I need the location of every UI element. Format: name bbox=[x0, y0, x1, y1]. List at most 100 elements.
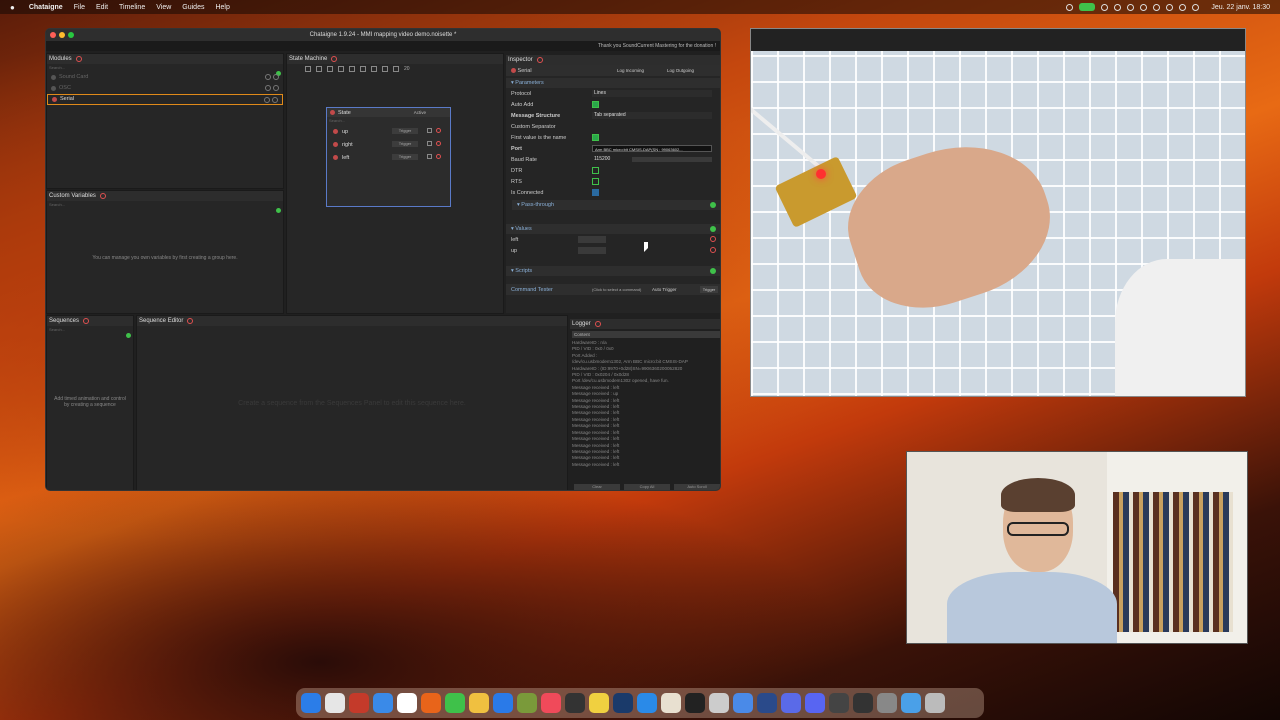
trigger-delete-icon[interactable] bbox=[436, 128, 441, 133]
trigger-row[interactable]: right Trigger bbox=[327, 138, 450, 151]
module-item[interactable]: OSC bbox=[47, 83, 283, 94]
log-incoming-label[interactable]: Log Incoming bbox=[617, 68, 644, 73]
trigger-enable-checkbox[interactable] bbox=[427, 128, 432, 133]
passthrough-section[interactable]: ▾ Pass-through bbox=[512, 200, 720, 210]
align-icon[interactable] bbox=[360, 66, 366, 72]
module-item-selected[interactable]: Serial bbox=[47, 94, 283, 105]
app-icon[interactable] bbox=[685, 693, 705, 713]
trigger-delete-icon[interactable] bbox=[436, 141, 441, 146]
control-center-icon[interactable] bbox=[1192, 3, 1200, 11]
music-icon[interactable] bbox=[541, 693, 561, 713]
grid-size-value[interactable]: 20 bbox=[404, 66, 410, 72]
port-select[interactable]: Arm BBC micro:bit CMSIS-DAP(SN : 9906360… bbox=[592, 145, 712, 152]
trigger-row[interactable]: up Trigger bbox=[327, 125, 450, 138]
app-icon[interactable] bbox=[853, 693, 873, 713]
app-icon[interactable] bbox=[565, 693, 585, 713]
align-icon[interactable] bbox=[316, 66, 322, 72]
align-icon[interactable] bbox=[382, 66, 388, 72]
search-icon[interactable] bbox=[1179, 3, 1187, 11]
menu-view[interactable]: View bbox=[156, 4, 171, 11]
apple-icon[interactable]: ● bbox=[10, 3, 15, 12]
settings-icon[interactable] bbox=[709, 693, 729, 713]
record-icon[interactable] bbox=[1066, 3, 1074, 11]
protocol-select[interactable]: Lines bbox=[592, 90, 712, 97]
auto-scroll-button[interactable]: Auto Scroll bbox=[674, 484, 720, 490]
app-icon[interactable] bbox=[493, 693, 513, 713]
first-value-name-checkbox[interactable] bbox=[592, 134, 599, 141]
chrome-icon[interactable] bbox=[733, 693, 753, 713]
sequences-search[interactable]: Search... bbox=[47, 326, 133, 334]
app-icon[interactable] bbox=[877, 693, 897, 713]
app-icon[interactable] bbox=[829, 693, 849, 713]
app-icon[interactable] bbox=[637, 693, 657, 713]
command-trigger-button[interactable]: Trigger bbox=[700, 286, 718, 293]
scripts-section[interactable]: ▾ Scripts bbox=[506, 266, 720, 276]
close-panel-icon[interactable] bbox=[594, 321, 601, 327]
close-panel-icon[interactable] bbox=[536, 57, 543, 63]
remove-value-icon[interactable] bbox=[710, 247, 716, 253]
notes-icon[interactable] bbox=[589, 693, 609, 713]
trash-icon[interactable] bbox=[925, 693, 945, 713]
align-icon[interactable] bbox=[327, 66, 333, 72]
add-icon[interactable] bbox=[710, 268, 716, 274]
trigger-enable-checkbox[interactable] bbox=[427, 154, 432, 159]
launchpad-icon[interactable] bbox=[325, 693, 345, 713]
value-field[interactable] bbox=[578, 236, 606, 243]
values-section[interactable]: ▾ Values bbox=[506, 224, 720, 234]
menu-help[interactable]: Help bbox=[215, 4, 229, 11]
steam-icon[interactable] bbox=[613, 693, 633, 713]
menu-app-name[interactable]: Chataigne bbox=[29, 4, 63, 11]
firefox-icon[interactable] bbox=[421, 693, 441, 713]
align-icon[interactable] bbox=[338, 66, 344, 72]
value-field[interactable] bbox=[578, 247, 606, 254]
module-enable-icon[interactable] bbox=[264, 97, 270, 103]
status-icon[interactable] bbox=[1140, 3, 1148, 11]
auto-trigger-label[interactable]: Auto Trigger bbox=[652, 287, 677, 292]
status-icon[interactable] bbox=[1127, 3, 1135, 11]
mail-icon[interactable] bbox=[373, 693, 393, 713]
folder-icon[interactable] bbox=[901, 693, 921, 713]
align-icon[interactable] bbox=[305, 66, 311, 72]
dtr-checkbox[interactable] bbox=[592, 167, 599, 174]
message-structure-select[interactable]: Tab separated bbox=[592, 112, 712, 119]
logger-column-header[interactable]: Content bbox=[572, 331, 720, 338]
module-delete-icon[interactable] bbox=[273, 85, 279, 91]
module-enable-icon[interactable] bbox=[265, 74, 271, 80]
close-panel-icon[interactable] bbox=[331, 56, 338, 62]
menu-timeline[interactable]: Timeline bbox=[119, 4, 145, 11]
app-icon[interactable] bbox=[661, 693, 681, 713]
command-select[interactable]: (Click to select a command) bbox=[592, 287, 641, 292]
close-panel-icon[interactable] bbox=[99, 193, 106, 199]
align-icon[interactable] bbox=[371, 66, 377, 72]
trigger-row[interactable]: left Trigger bbox=[327, 151, 450, 164]
trigger-enable-checkbox[interactable] bbox=[427, 141, 432, 146]
auto-add-checkbox[interactable] bbox=[592, 101, 599, 108]
modules-search[interactable]: Search... bbox=[47, 64, 283, 72]
add-group-icon[interactable] bbox=[276, 208, 281, 213]
app-icon[interactable] bbox=[349, 693, 369, 713]
status-icon[interactable] bbox=[1101, 3, 1109, 11]
app-icon[interactable] bbox=[517, 693, 537, 713]
remove-value-icon[interactable] bbox=[710, 236, 716, 242]
copy-all-button[interactable]: Copy All bbox=[624, 484, 670, 490]
trigger-button[interactable]: Trigger bbox=[392, 141, 418, 147]
parameters-section[interactable]: ▾ Parameters bbox=[506, 78, 720, 88]
minimize-window-button[interactable] bbox=[59, 32, 65, 38]
calendar-icon[interactable] bbox=[397, 693, 417, 713]
close-window-button[interactable] bbox=[50, 32, 56, 38]
status-icon[interactable] bbox=[1153, 3, 1161, 11]
command-tester-title[interactable]: Command Tester bbox=[511, 287, 553, 293]
state-active-label[interactable]: Active bbox=[414, 110, 426, 115]
module-item[interactable]: Sound Card bbox=[47, 72, 283, 83]
add-icon[interactable] bbox=[710, 226, 716, 232]
app-icon[interactable] bbox=[781, 693, 801, 713]
wifi-icon[interactable] bbox=[1166, 3, 1174, 11]
state-search[interactable]: Search... bbox=[327, 117, 450, 125]
menu-file[interactable]: File bbox=[74, 4, 85, 11]
module-delete-icon[interactable] bbox=[273, 74, 279, 80]
clear-button[interactable]: Clear bbox=[574, 484, 620, 490]
align-icon[interactable] bbox=[349, 66, 355, 72]
menu-edit[interactable]: Edit bbox=[96, 4, 108, 11]
window-titlebar[interactable]: Chataigne 1.9.24 - MMI mapping video dem… bbox=[46, 29, 720, 41]
close-panel-icon[interactable] bbox=[187, 318, 194, 324]
